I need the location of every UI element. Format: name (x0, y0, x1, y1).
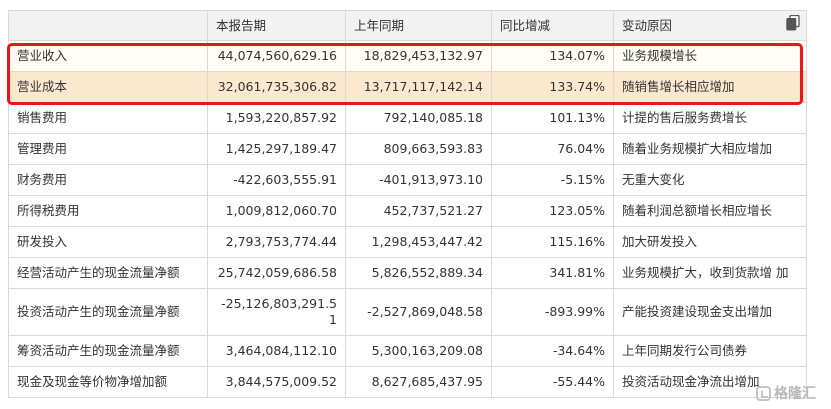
current-value: 32,061,735,306.82 (207, 71, 346, 103)
reason-text: 业务规模增长 (613, 40, 807, 72)
financial-table: 本报告期 上年同期 同比增减 变动原因 营业收入 44,074,560,629.… (8, 10, 807, 398)
row-label: 筹资活动产生的现金流量净额 (8, 335, 208, 367)
change-value: -893.99% (491, 288, 614, 336)
previous-value: -401,913,973.10 (345, 164, 492, 196)
current-value: 1,593,220,857.92 (207, 102, 346, 134)
change-value: 115.16% (491, 226, 614, 258)
change-value: 134.07% (491, 40, 614, 72)
change-value: -34.64% (491, 335, 614, 367)
row-label: 所得税费用 (8, 195, 208, 227)
table-row: 所得税费用 1,009,812,060.70 452,737,521.27 12… (8, 195, 807, 227)
table-row: 投资活动产生的现金流量净额 -25,126,803,291.51 -2,527,… (8, 288, 807, 336)
current-value: -422,603,555.91 (207, 164, 346, 196)
change-value: 341.81% (491, 257, 614, 289)
table-row: 财务费用 -422,603,555.91 -401,913,973.10 -5.… (8, 164, 807, 196)
change-value: -55.44% (491, 366, 614, 398)
header-previous-period: 上年同期 (345, 10, 492, 41)
change-value: 76.04% (491, 133, 614, 165)
header-yoy-change: 同比增减 (491, 10, 614, 41)
previous-value: 1,298,453,447.42 (345, 226, 492, 258)
current-value: -25,126,803,291.51 (207, 288, 346, 336)
current-value: 44,074,560,629.16 (207, 40, 346, 72)
table-row: 经营活动产生的现金流量净额 25,742,059,686.58 5,826,55… (8, 257, 807, 289)
gelonghui-logo-icon (756, 385, 771, 401)
row-label: 营业收入 (8, 40, 208, 72)
previous-value: 8,627,685,437.95 (345, 366, 492, 398)
row-label: 财务费用 (8, 164, 208, 196)
header-reason: 变动原因 (613, 10, 807, 41)
row-label: 营业成本 (8, 71, 208, 103)
row-label: 投资活动产生的现金流量净额 (8, 288, 208, 336)
copy-icon[interactable] (786, 14, 800, 31)
previous-value: 13,717,117,142.14 (345, 71, 492, 103)
header-current-period: 本报告期 (207, 10, 346, 41)
row-label: 现金及现金等价物净增加额 (8, 366, 208, 398)
reason-text: 计提的售后服务费增长 (613, 102, 807, 134)
table-row: 研发投入 2,793,753,774.44 1,298,453,447.42 1… (8, 226, 807, 258)
table-row: 营业收入 44,074,560,629.16 18,829,453,132.97… (8, 40, 807, 72)
reason-text: 随销售增长相应增加 (613, 71, 807, 103)
current-value: 1,009,812,060.70 (207, 195, 346, 227)
row-label: 管理费用 (8, 133, 208, 165)
table-row: 现金及现金等价物净增加额 3,844,575,009.52 8,627,685,… (8, 366, 807, 398)
change-value: 123.05% (491, 195, 614, 227)
previous-value: -2,527,869,048.58 (345, 288, 492, 336)
header-item (8, 10, 208, 41)
reason-text: 无重大变化 (613, 164, 807, 196)
row-label: 研发投入 (8, 226, 208, 258)
current-value: 1,425,297,189.47 (207, 133, 346, 165)
row-label: 销售费用 (8, 102, 208, 134)
previous-value: 792,140,085.18 (345, 102, 492, 134)
previous-value: 452,737,521.27 (345, 195, 492, 227)
table-row: 销售费用 1,593,220,857.92 792,140,085.18 101… (8, 102, 807, 134)
current-value: 3,464,084,112.10 (207, 335, 346, 367)
change-value: 101.13% (491, 102, 614, 134)
watermark: 格隆汇 (756, 383, 816, 403)
current-value: 3,844,575,009.52 (207, 366, 346, 398)
reason-text: 随着业务规模扩大相应增加 (613, 133, 807, 165)
reason-text: 产能投资建设现金支出增加 (613, 288, 807, 336)
row-label: 经营活动产生的现金流量净额 (8, 257, 208, 289)
reason-text: 上年同期发行公司债券 (613, 335, 807, 367)
current-value: 25,742,059,686.58 (207, 257, 346, 289)
table-row: 营业成本 32,061,735,306.82 13,717,117,142.14… (8, 71, 807, 103)
previous-value: 18,829,453,132.97 (345, 40, 492, 72)
watermark-text: 格隆汇 (774, 386, 816, 402)
previous-value: 809,663,593.83 (345, 133, 492, 165)
change-value: -5.15% (491, 164, 614, 196)
previous-value: 5,826,552,889.34 (345, 257, 492, 289)
reason-text: 加大研发投入 (613, 226, 807, 258)
reason-text: 随着利润总额增长相应增长 (613, 195, 807, 227)
table-row: 管理费用 1,425,297,189.47 809,663,593.83 76.… (8, 133, 807, 165)
previous-value: 5,300,163,209.08 (345, 335, 492, 367)
current-value: 2,793,753,774.44 (207, 226, 346, 258)
table-row: 筹资活动产生的现金流量净额 3,464,084,112.10 5,300,163… (8, 335, 807, 367)
change-value: 133.74% (491, 71, 614, 103)
table-header-row: 本报告期 上年同期 同比增减 变动原因 (8, 10, 807, 41)
reason-text: 业务规模扩大，收到货款增 加 (613, 257, 807, 289)
financial-table-container: 本报告期 上年同期 同比增减 变动原因 营业收入 44,074,560,629.… (8, 10, 807, 398)
